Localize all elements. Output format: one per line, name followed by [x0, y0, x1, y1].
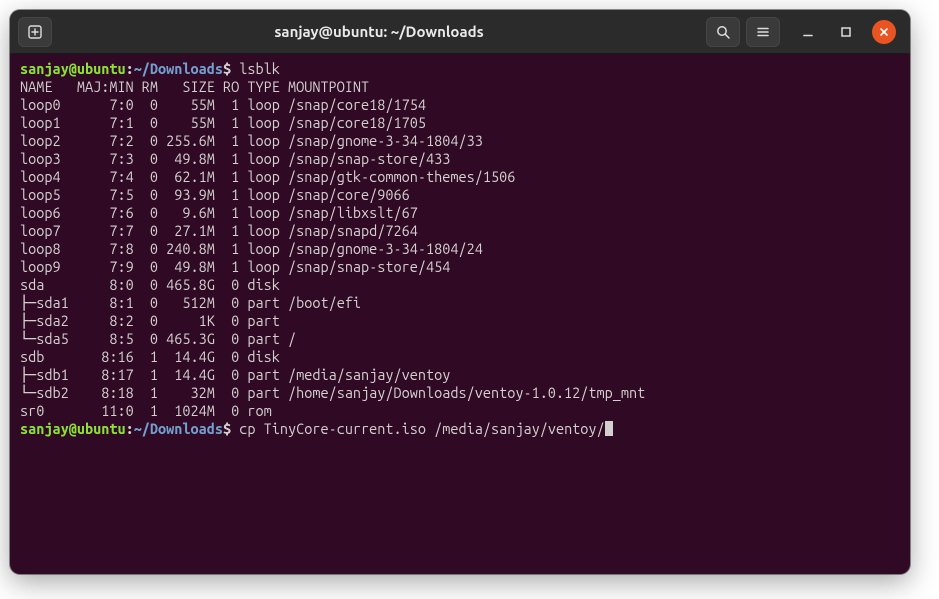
- terminal-body[interactable]: sanjay@ubuntu:~/Downloads$ lsblk NAME MA…: [10, 54, 910, 574]
- lsblk-row: loop1 7:1 0 55M 1 loop /snap/core18/1705: [20, 114, 426, 131]
- lsblk-row: ├─sda1 8:1 0 512M 0 part /boot/efi: [20, 294, 361, 311]
- search-button[interactable]: [706, 17, 740, 47]
- lsblk-row: ├─sda2 8:2 0 1K 0 part: [20, 312, 288, 329]
- lsblk-row: loop6 7:6 0 9.6M 1 loop /snap/libxslt/67: [20, 204, 418, 221]
- prompt-colon: :: [126, 60, 134, 77]
- maximize-icon: [839, 25, 853, 39]
- lsblk-header: NAME MAJ:MIN RM SIZE RO TYPE MOUNTPOINT: [20, 78, 369, 95]
- lsblk-row: sr0 11:0 1 1024M 0 rom: [20, 402, 288, 419]
- close-button[interactable]: [872, 20, 896, 44]
- lsblk-row: loop2 7:2 0 255.6M 1 loop /snap/gnome-3-…: [20, 132, 483, 149]
- lsblk-row: loop3 7:3 0 49.8M 1 loop /snap/snap-stor…: [20, 150, 450, 167]
- window-title: sanjay@ubuntu: ~/Downloads: [58, 23, 700, 40]
- prompt-path: ~/Downloads: [134, 420, 223, 437]
- lsblk-row: ├─sdb1 8:17 1 14.4G 0 part /media/sanjay…: [20, 366, 450, 383]
- lsblk-row: sda 8:0 0 465.8G 0 disk: [20, 276, 288, 293]
- close-icon: [878, 26, 890, 38]
- prompt-user: sanjay@ubuntu: [20, 60, 126, 77]
- minimize-button[interactable]: [796, 20, 820, 44]
- window-controls: [786, 20, 902, 44]
- prompt-user: sanjay@ubuntu: [20, 420, 126, 437]
- command-text: lsblk: [239, 60, 280, 77]
- lsblk-row: loop0 7:0 0 55M 1 loop /snap/core18/1754: [20, 96, 426, 113]
- prompt-colon: :: [126, 420, 134, 437]
- lsblk-row: loop8 7:8 0 240.8M 1 loop /snap/gnome-3-…: [20, 240, 483, 257]
- command-text: cp TinyCore-current.iso /media/sanjay/ve…: [239, 420, 604, 437]
- menu-button[interactable]: [746, 17, 780, 47]
- prompt-dollar: $: [223, 420, 239, 437]
- maximize-button[interactable]: [834, 20, 858, 44]
- lsblk-row: sdb 8:16 1 14.4G 0 disk: [20, 348, 288, 365]
- cursor-icon: [605, 421, 613, 436]
- terminal-window: sanjay@ubuntu: ~/Downloads sanjay@ubuntu…: [10, 10, 910, 574]
- prompt-path: ~/Downloads: [134, 60, 223, 77]
- lsblk-row: loop9 7:9 0 49.8M 1 loop /snap/snap-stor…: [20, 258, 450, 275]
- lsblk-row: loop7 7:7 0 27.1M 1 loop /snap/snapd/726…: [20, 222, 418, 239]
- search-icon: [715, 24, 731, 40]
- new-tab-button[interactable]: [18, 17, 52, 47]
- lsblk-row: └─sda5 8:5 0 465.3G 0 part /: [20, 330, 296, 347]
- minimize-icon: [801, 25, 815, 39]
- titlebar: sanjay@ubuntu: ~/Downloads: [10, 10, 910, 54]
- hamburger-icon: [755, 24, 771, 40]
- lsblk-row: └─sdb2 8:18 1 32M 0 part /home/sanjay/Do…: [20, 384, 645, 401]
- prompt-dollar: $: [223, 60, 239, 77]
- lsblk-row: loop4 7:4 0 62.1M 1 loop /snap/gtk-commo…: [20, 168, 515, 185]
- new-tab-icon: [27, 24, 43, 40]
- lsblk-row: loop5 7:5 0 93.9M 1 loop /snap/core/9066: [20, 186, 410, 203]
